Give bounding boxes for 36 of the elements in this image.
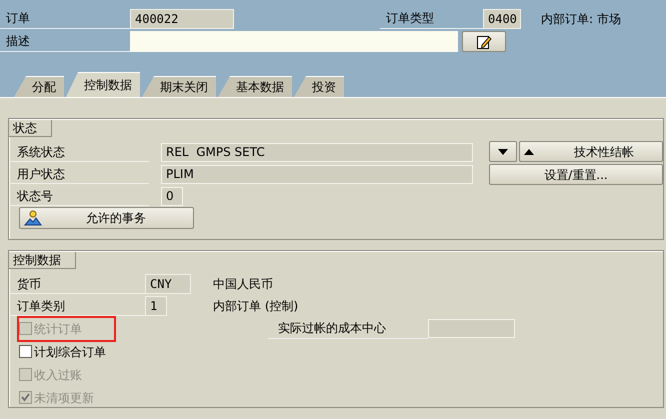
person-landscape-icon xyxy=(24,210,42,226)
technical-close-button[interactable]: 技术性结帐 xyxy=(519,141,663,162)
order-number-field[interactable]: 400022 xyxy=(130,8,234,28)
checkbox-label: 收入过账 xyxy=(34,366,82,384)
down-triangle-icon xyxy=(498,148,508,154)
field-description: 中国人民币 xyxy=(213,276,273,293)
status-field[interactable]: PLIM xyxy=(161,164,473,184)
tab[interactable]: 基本数据 xyxy=(218,76,292,97)
allowed-transactions-button[interactable]: 允许的事务 xyxy=(19,207,194,229)
field-label: 用户状态 xyxy=(9,164,149,184)
status-field[interactable]: 0 xyxy=(161,186,183,206)
order-type-field[interactable]: 0400 xyxy=(483,8,521,28)
tab[interactable]: 期末关闭 xyxy=(142,76,216,97)
group-title: 控制数据 xyxy=(9,252,76,269)
up-triangle-icon xyxy=(524,148,534,154)
checkbox-label: 计划综合订单 xyxy=(34,344,106,360)
field-value[interactable]: CNY xyxy=(145,274,191,294)
set-reset-button[interactable]: 设置/重置... xyxy=(489,164,663,185)
tab[interactable]: 投资 xyxy=(294,76,344,97)
field-label: 系统状态 xyxy=(9,142,149,162)
description-field[interactable] xyxy=(130,31,458,52)
field-description: 内部订单 (控制) xyxy=(213,298,298,315)
edit-text-button[interactable] xyxy=(462,31,506,52)
tab[interactable]: 分配 xyxy=(14,76,64,97)
field-value[interactable]: 1 xyxy=(145,296,167,316)
edit-icon xyxy=(476,34,492,50)
group-title: 状态 xyxy=(9,120,52,137)
checkbox-label: 未清项更新 xyxy=(34,390,94,406)
order-type-text: 内部订单: 市场 xyxy=(541,10,621,28)
checkbox-label: 统计订单 xyxy=(34,320,82,338)
cost-center-field[interactable] xyxy=(428,319,515,338)
tab[interactable]: 控制数据 xyxy=(66,72,140,97)
checkbox[interactable] xyxy=(19,345,32,358)
dropdown-button[interactable] xyxy=(489,141,517,162)
field-label: 状态号 xyxy=(9,186,149,206)
status-field[interactable]: REL GMPS SETC xyxy=(161,142,473,162)
